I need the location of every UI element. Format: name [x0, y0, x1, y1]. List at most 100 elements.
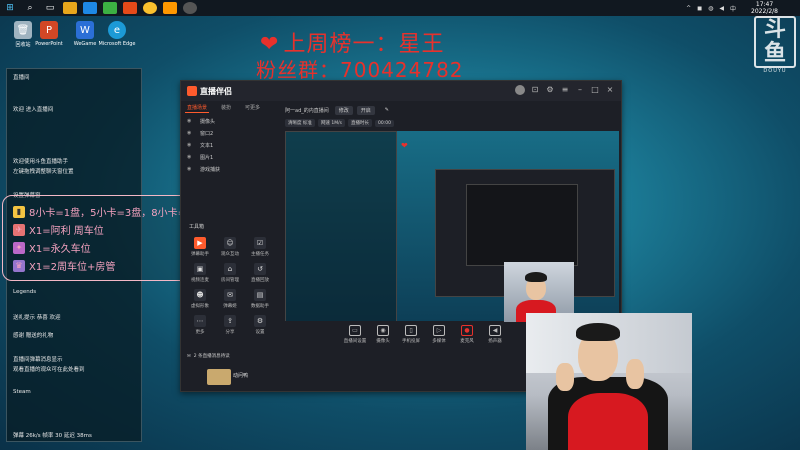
- status-pill: 网速 1M/s: [317, 119, 345, 127]
- tool-label: 弹幕助手: [191, 252, 209, 257]
- chevron-up-icon[interactable]: ^: [686, 5, 691, 12]
- app-icon[interactable]: [163, 2, 177, 14]
- tool-share[interactable]: ⇪ 分享: [215, 315, 245, 335]
- scene-label: 窗口2: [200, 130, 214, 137]
- tool-settings[interactable]: ⚙ 设置: [245, 315, 275, 335]
- speaker-button[interactable]: ◀ 扬声器: [481, 325, 509, 344]
- chat-notice[interactable]: ✉ 2 条直播消息待读: [187, 353, 230, 360]
- pencil-icon[interactable]: ✎: [385, 107, 389, 113]
- scene-item-window[interactable]: ◉ 窗口2: [183, 127, 279, 139]
- tool-audience[interactable]: ☺ 观众互动: [215, 237, 245, 257]
- tool-label: 直播回放: [251, 278, 269, 283]
- tool-avatar[interactable]: ☻ 虚拟形象: [185, 289, 215, 309]
- tab-scenes[interactable]: 直播场景: [185, 103, 210, 113]
- file-explorer-icon[interactable]: [63, 2, 77, 14]
- tool-danmaku[interactable]: ▶ 弹幕助手: [185, 237, 215, 257]
- language-icon[interactable]: 中: [730, 4, 736, 13]
- desktop-icon-label: WeGame: [73, 41, 97, 47]
- camera-button[interactable]: ◉ 摄像头: [369, 325, 397, 344]
- scene-item-image[interactable]: ◉ 图片1: [183, 151, 279, 163]
- menu-icon[interactable]: ≡: [560, 85, 570, 95]
- rule-text: X1=2周车位+房管: [29, 262, 116, 273]
- avatar-icon[interactable]: [515, 85, 525, 95]
- eye-icon[interactable]: ◉: [187, 142, 194, 148]
- tool-video-link[interactable]: ▣ 视频连麦: [185, 263, 215, 283]
- tool-label: 视频连麦: [191, 278, 209, 283]
- search-icon[interactable]: ⌕: [23, 2, 37, 14]
- rule-text: X1=阿利 周车位: [29, 226, 104, 237]
- panel-row: 直播间: [13, 75, 30, 81]
- clock-time: 17:47: [755, 1, 774, 8]
- game-icon[interactable]: [123, 2, 137, 14]
- scene-item-text[interactable]: ◉ 文本1: [183, 139, 279, 151]
- panel-row: 感谢 赠送的礼物: [13, 333, 54, 339]
- clock-date: 2022/2/8: [751, 8, 778, 15]
- room-icon: ⌂: [224, 263, 236, 275]
- panel-row: Steam: [13, 389, 31, 395]
- wechat-icon[interactable]: [103, 2, 117, 14]
- tool-danmaku-ji[interactable]: ✉ 弹幕姬: [215, 289, 245, 309]
- people-icon: ☺: [224, 237, 236, 249]
- eye-icon[interactable]: ◉: [187, 118, 194, 124]
- tool-label: 房间管理: [221, 278, 239, 283]
- tool-more[interactable]: ⋯ 更多: [185, 315, 215, 335]
- edit-button[interactable]: 修改: [334, 105, 353, 115]
- scene-item-game[interactable]: ◉ 游戏捕获: [183, 163, 279, 175]
- tab-decor[interactable]: 装扮: [219, 103, 233, 113]
- person-hand-left: [556, 363, 574, 391]
- app-titlebar[interactable]: 直播伴侣 ⊡ ⚙ ≡ – □ ×: [181, 81, 621, 101]
- settings-icon[interactable]: ⚙: [545, 85, 555, 95]
- scene-item-camera[interactable]: ◉ 摄像头: [183, 115, 279, 127]
- control-label: 手机投屏: [402, 339, 420, 344]
- control-label: 麦克风: [460, 339, 474, 344]
- rocket-icon: ✈: [13, 223, 25, 236]
- maximize-icon[interactable]: □: [590, 85, 600, 95]
- chat-icon: ✉: [224, 289, 236, 301]
- volume-icon[interactable]: ◀: [719, 5, 724, 12]
- system-tray: ^ ◼ ◍ ◀ 中: [686, 0, 736, 16]
- status-pill: 00:00: [374, 119, 394, 127]
- tool-label: 观众互动: [221, 252, 239, 257]
- chrome-icon[interactable]: [143, 2, 157, 14]
- desktop-icon-edge[interactable]: e Microsoft Edge: [96, 18, 138, 60]
- preview-nested-window-inner: [466, 184, 578, 266]
- eye-icon[interactable]: ◉: [187, 130, 194, 136]
- preview-nested-panel: [285, 131, 397, 321]
- microphone-button[interactable]: ● 麦克风: [453, 325, 481, 344]
- gift-box-icon[interactable]: ⊡: [530, 85, 540, 95]
- close-icon[interactable]: ×: [605, 85, 615, 95]
- tray-icon[interactable]: ◼: [697, 5, 702, 12]
- media-button[interactable]: ▷ 多媒体: [425, 325, 453, 344]
- network-icon[interactable]: ◍: [708, 5, 713, 12]
- phone-cast-button[interactable]: ▯ 手机投屏: [397, 325, 425, 344]
- tool-tasks[interactable]: ☑ 主播任务: [245, 237, 275, 257]
- eye-icon[interactable]: ◉: [187, 154, 194, 160]
- tab-more[interactable]: 可更多: [243, 103, 262, 113]
- obs-icon[interactable]: [183, 2, 197, 14]
- camera-icon: ◉: [377, 325, 389, 336]
- eye-icon[interactable]: ◉: [187, 166, 194, 172]
- person-hair: [525, 272, 547, 282]
- tool-room[interactable]: ⌂ 房间管理: [215, 263, 245, 283]
- app-logo-text: 直播伴侣: [200, 86, 232, 96]
- speaker-icon: ◀: [489, 325, 501, 336]
- windows-icon[interactable]: ⊞: [3, 2, 17, 14]
- webcam-main: [526, 313, 692, 450]
- room-settings-button[interactable]: ▭ 直播间设置: [341, 325, 369, 344]
- chat-avatar[interactable]: [207, 369, 231, 385]
- headline-fan-group: 粉丝群：700424782: [256, 54, 464, 83]
- tool-label: 弹幕姬: [223, 304, 237, 309]
- monitor-icon: ▭: [349, 325, 361, 336]
- tool-replay[interactable]: ↺ 直播回放: [245, 263, 275, 283]
- minimize-icon[interactable]: –: [575, 85, 585, 95]
- control-bar: ▭ 直播间设置 ◉ 摄像头 ▯ 手机投屏 ▷ 多媒体 ● 麦克风 ◀ 扬声器: [341, 325, 509, 344]
- status-pill[interactable]: 清晰度 标准: [285, 119, 315, 127]
- desktop-icon-label: PowerPoint: [35, 41, 63, 47]
- browser-icon[interactable]: [83, 2, 97, 14]
- toolbox-label: 工具箱: [189, 224, 205, 230]
- clock[interactable]: 17:47 2022/2/8: [751, 1, 778, 15]
- task-view-icon[interactable]: ▭: [43, 2, 57, 14]
- start-button[interactable]: 开启: [356, 105, 375, 115]
- chat-user-name: 动问鸭: [233, 373, 249, 379]
- tool-data[interactable]: ▤ 数据助手: [245, 289, 275, 309]
